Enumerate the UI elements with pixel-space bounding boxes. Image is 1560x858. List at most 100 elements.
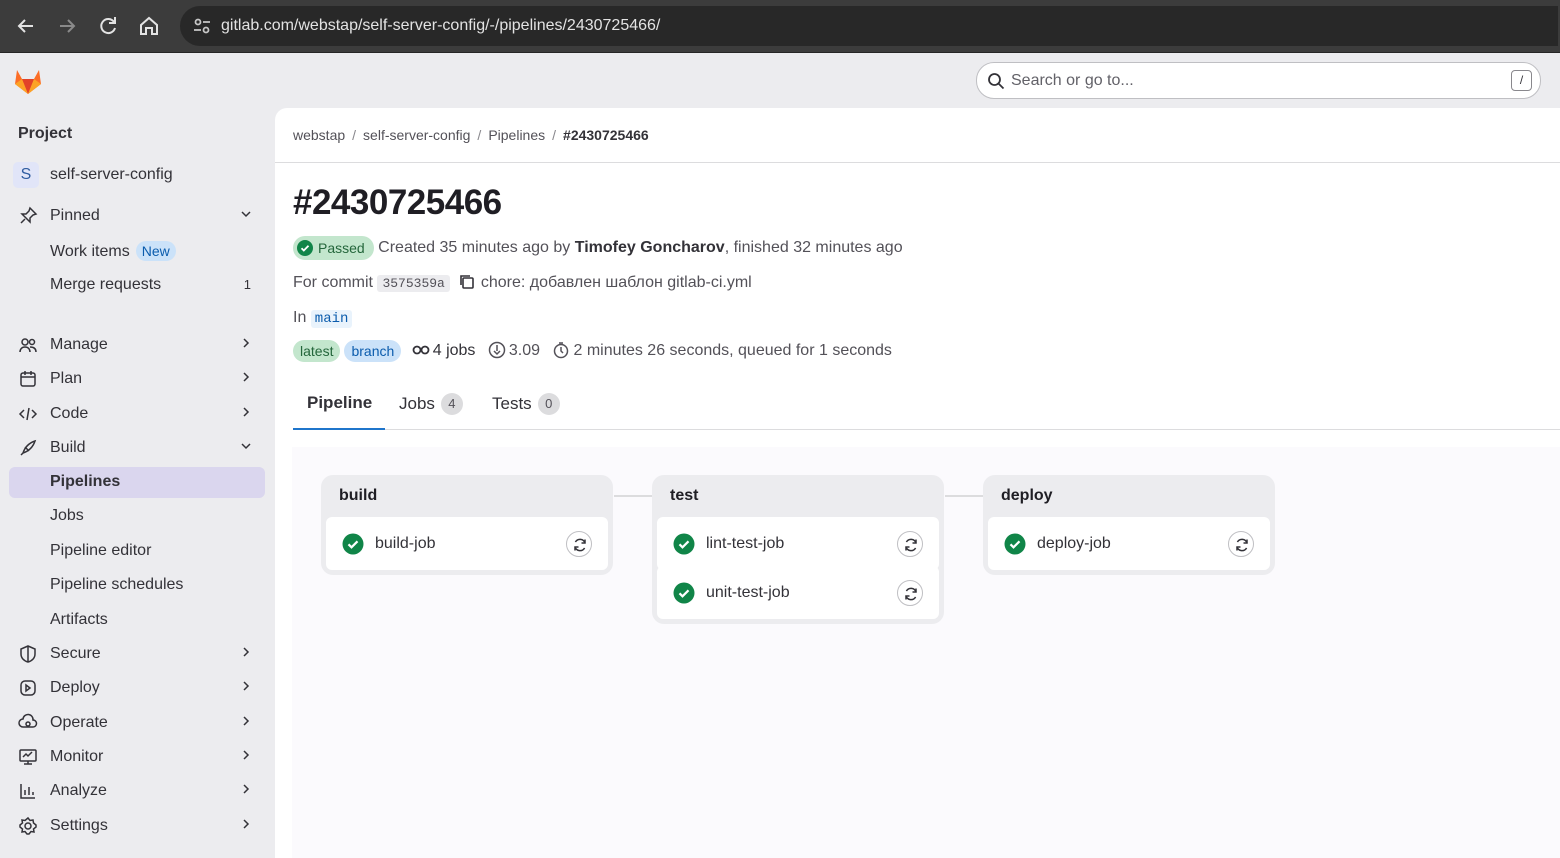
sidebar-item-pipeline-schedules[interactable]: Pipeline schedules (9, 570, 265, 601)
finished-text: , finished 32 minutes ago (724, 239, 903, 257)
job-card[interactable]: build-job (326, 517, 608, 570)
retry-button[interactable] (1228, 531, 1254, 557)
stage-deploy: deploy deploy-job (983, 475, 1275, 575)
sidebar-item-work-items[interactable]: Work items New (9, 235, 265, 266)
stage-connector (614, 495, 652, 497)
sidebar-item-label: Deploy (50, 679, 100, 696)
success-icon (673, 533, 695, 555)
address-bar[interactable]: gitlab.com/webstap/self-server-config/-/… (180, 6, 1558, 46)
compute-minutes: 3.09 (508, 342, 541, 360)
job-card[interactable]: lint-test-job (657, 517, 939, 570)
branch-link[interactable]: main (310, 310, 353, 328)
retry-icon (905, 538, 917, 552)
retry-button[interactable] (566, 531, 592, 557)
tab-count: 0 (537, 393, 560, 415)
pipeline-tabs: Pipeline Jobs 4 Tests 0 (293, 380, 1560, 430)
retry-icon (905, 587, 917, 601)
retry-button[interactable] (897, 580, 923, 606)
settings-icon (19, 816, 37, 835)
copy-icon[interactable] (458, 273, 475, 290)
sidebar-item-build[interactable]: Build (9, 433, 265, 464)
pipeline-icon (412, 345, 430, 355)
stage-title: build (339, 487, 378, 504)
site-settings-icon[interactable] (190, 14, 214, 38)
job-card[interactable]: deploy-job (988, 517, 1270, 570)
branch-badge: branch (344, 340, 402, 362)
back-icon[interactable] (14, 14, 38, 38)
commit-message-link[interactable]: chore: добавлен шаблон gitlab-ci.yml (481, 274, 752, 291)
breadcrumb: webstap / self-server-config / Pipelines / #24… (293, 127, 649, 143)
sidebar-item-settings[interactable]: Settings (9, 811, 265, 842)
pin-icon (20, 206, 38, 224)
stage-test: test lint-test-job unit-test-job (652, 475, 944, 624)
job-name: deploy-job (1037, 535, 1111, 552)
sidebar-item-pipelines[interactable]: Pipelines (9, 467, 265, 498)
tab-pipeline[interactable]: Pipeline (293, 380, 385, 430)
sidebar-item-pinned[interactable]: Pinned (9, 201, 265, 232)
chevron-right-icon (243, 407, 250, 417)
sidebar-item-jobs[interactable]: Jobs (9, 501, 265, 532)
tab-tests[interactable]: Tests 0 (492, 380, 562, 430)
search-input[interactable]: Search or go to... / (976, 62, 1541, 99)
retry-icon (1236, 538, 1248, 552)
sidebar-item-artifacts[interactable]: Artifacts (9, 605, 265, 636)
pipeline-graph: build build-job test lint-test-job unit-… (292, 447, 1560, 858)
chevron-down-icon (241, 211, 251, 218)
breadcrumb-link[interactable]: self-server-config (363, 127, 470, 143)
status-badge[interactable]: Passed (293, 236, 374, 260)
top-header: Search or go to... / (0, 53, 1560, 108)
project-avatar: S (13, 162, 39, 188)
sidebar-item-secure[interactable]: Secure (9, 639, 265, 670)
gitlab-logo-icon[interactable] (12, 65, 44, 95)
sidebar-item-operate[interactable]: Operate (9, 708, 265, 739)
sidebar-item-pipeline-editor[interactable]: Pipeline editor (9, 536, 265, 567)
tab-label: Jobs (399, 394, 435, 413)
deploy-icon (20, 680, 36, 696)
chevron-right-icon (243, 784, 250, 794)
page-title: #2430725466 (293, 183, 502, 222)
sidebar-item-merge-requests[interactable]: Merge requests 1 (9, 270, 265, 301)
browser-toolbar: gitlab.com/webstap/self-server-config/-/… (0, 0, 1560, 53)
sidebar-item-analyze[interactable]: Analyze (9, 776, 265, 807)
sidebar-item-code[interactable]: Code (9, 399, 265, 430)
success-icon (342, 533, 364, 555)
sidebar-item-label: Settings (50, 817, 108, 834)
monitor-icon (19, 749, 37, 765)
job-card[interactable]: unit-test-job (657, 566, 939, 619)
success-icon (297, 240, 313, 256)
chevron-right-icon (243, 750, 250, 760)
merge-requests-count: 1 (243, 277, 251, 292)
author-link[interactable]: Timofey Goncharov (575, 239, 725, 256)
stage-connector (945, 495, 983, 497)
search-shortcut-hint: / (1511, 70, 1532, 91)
retry-button[interactable] (897, 531, 923, 557)
status-label: Passed (318, 240, 365, 256)
chevron-right-icon (243, 681, 250, 691)
breadcrumb-link[interactable]: webstap (293, 127, 345, 143)
breadcrumb-link[interactable]: Pipelines (488, 127, 545, 143)
sidebar-item-label: Merge requests (50, 276, 162, 293)
code-icon (18, 407, 38, 421)
sidebar-item-label: Work items (50, 243, 130, 260)
chevron-right-icon (243, 647, 250, 657)
url-text: gitlab.com/webstap/self-server-config/-/… (221, 17, 661, 34)
reload-icon[interactable] (96, 14, 120, 38)
home-icon[interactable] (137, 14, 161, 38)
tab-count: 4 (440, 393, 463, 415)
sidebar-item-label: Pipeline editor (50, 542, 152, 559)
search-icon (988, 73, 1005, 90)
breadcrumb-current[interactable]: #2430725466 (563, 127, 649, 143)
sidebar-item-manage[interactable]: Manage (9, 330, 265, 361)
forward-icon[interactable] (55, 14, 79, 38)
commit-line: For commit 3575359a chore: добавлен шабло… (293, 273, 752, 292)
success-icon (1004, 533, 1026, 555)
jobs-count: 4 jobs (432, 342, 476, 360)
sidebar-item-monitor[interactable]: Monitor (9, 742, 265, 773)
sidebar-project-link[interactable]: S self-server-config (9, 160, 265, 191)
sidebar-item-deploy[interactable]: Deploy (9, 673, 265, 704)
build-icon (20, 439, 37, 456)
commit-sha-link[interactable]: 3575359a (377, 275, 450, 292)
sidebar-item-plan[interactable]: Plan (9, 364, 265, 395)
tab-jobs[interactable]: Jobs 4 (399, 380, 469, 430)
sidebar-item-label: Manage (50, 336, 108, 353)
